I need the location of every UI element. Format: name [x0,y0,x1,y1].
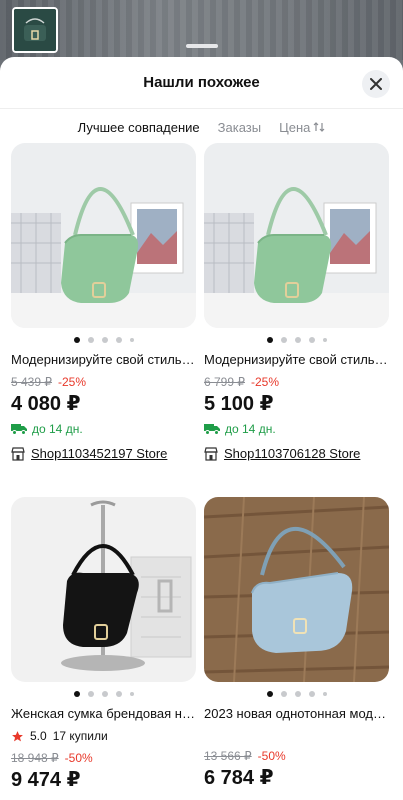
background-image [0,0,403,60]
old-price: 13 566 ₽ [204,749,252,763]
rating-row: 5.0 17 купили [11,729,196,743]
store-icon [11,446,25,461]
image-pager[interactable] [204,686,389,702]
old-price-row: 5 439 ₽ -25% [11,375,196,389]
sort-bar: Лучшее совпадение Заказы Цена [0,109,403,145]
image-pager[interactable] [204,332,389,348]
old-price: 18 948 ₽ [11,751,59,765]
sold-count: 17 купили [52,729,108,743]
old-price-row: 13 566 ₽ -50% [204,749,389,763]
similar-items-sheet: Нашли похожее Лучшее совпадение Заказы Ц… [0,57,403,800]
product-image[interactable] [204,143,389,328]
truck-icon [204,424,220,435]
discount: -50% [64,751,93,765]
store-name: Shop1103706128 Store [224,446,361,461]
delivery-text: до 14 дн. [32,422,83,436]
image-pager[interactable] [11,686,196,702]
search-source-thumbnail[interactable] [12,7,58,53]
product-image[interactable] [11,143,196,328]
product-image[interactable] [11,497,196,682]
discount: -25% [251,375,280,389]
sheet-header: Нашли похожее [0,57,403,109]
product-price: 6 784 ₽ [204,767,274,789]
product-card[interactable]: Женская сумка брендовая новая 5.0 17 куп… [11,497,196,792]
store-name: Shop1103452197 Store [31,446,168,461]
truck-icon [11,424,27,435]
store-link[interactable]: Shop1103452197 Store [11,446,196,461]
old-price-row: 18 948 ₽ -50% [11,751,196,765]
star-icon [12,730,23,741]
product-title[interactable]: 2023 новая однотонная модная [204,706,389,721]
sort-price-label: Цена [279,119,311,135]
product-title[interactable]: Модернизируйте свой стильный [11,352,196,367]
product-card[interactable]: Модернизируйте свой стильный 6 799 ₽ -25… [204,143,389,461]
delivery-text: до 14 дн. [225,422,276,436]
sort-best-match[interactable]: Лучшее совпадение [78,120,200,135]
product-price: 5 100 ₽ [204,393,274,415]
image-pager[interactable] [11,332,196,348]
delivery-info: до 14 дн. [204,422,389,436]
old-price-row: 6 799 ₽ -25% [204,375,389,389]
product-title[interactable]: Женская сумка брендовая новая [11,706,196,721]
rating-value: 5.0 [30,729,47,743]
old-price: 6 799 ₽ [204,375,245,389]
drag-handle[interactable] [186,44,218,48]
old-price: 5 439 ₽ [11,375,52,389]
product-card[interactable]: Модернизируйте свой стильный 5 439 ₽ -25… [11,143,196,461]
sheet-title: Нашли похожее [143,74,260,91]
discount: -25% [58,375,87,389]
store-icon [204,446,218,461]
product-title[interactable]: Модернизируйте свой стильный [204,352,389,367]
close-icon [370,78,382,90]
sort-orders[interactable]: Заказы [218,120,261,135]
product-image[interactable] [204,497,389,682]
discount: -50% [257,749,286,763]
product-price: 4 080 ₽ [11,393,81,415]
product-price: 9 474 ₽ [11,769,81,791]
sort-price[interactable]: Цена [279,120,325,135]
product-card[interactable]: 2023 новая однотонная модная 13 566 ₽ -5… [204,497,389,790]
sort-arrows-icon [313,122,325,132]
close-button[interactable] [362,70,390,98]
delivery-info: до 14 дн. [11,422,196,436]
store-link[interactable]: Shop1103706128 Store [204,446,389,461]
